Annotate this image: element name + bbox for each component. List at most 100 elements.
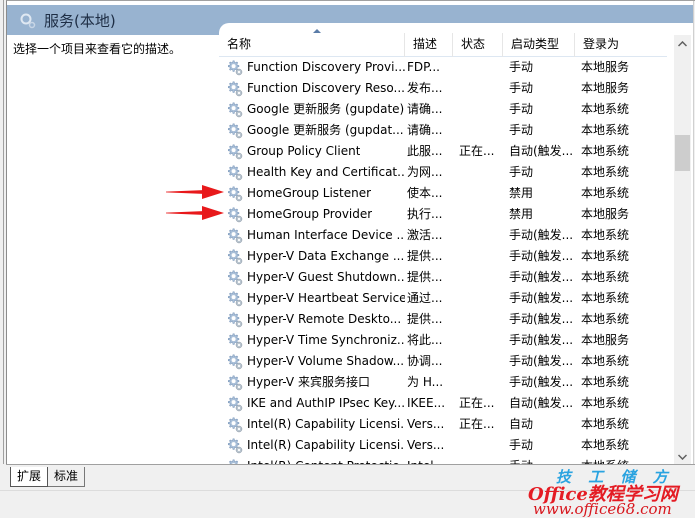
service-row[interactable]: Health Key and Certificat... 为网... 手动 本地系统 [219, 162, 667, 183]
service-description: 提供... [407, 270, 443, 284]
sort-ascending-icon [313, 29, 321, 33]
service-row[interactable]: Group Policy Client 此服... 正在... 自动(触发... 本地系… [219, 141, 667, 162]
service-logon-as: 本地系统 [581, 396, 630, 410]
vertical-scrollbar[interactable] [674, 35, 691, 465]
service-description: FDP... [407, 60, 440, 74]
service-row[interactable]: Function Discovery Reso... 发布... 手动 本地服务 [219, 78, 667, 99]
scroll-thumb[interactable] [675, 135, 690, 171]
service-row[interactable]: Function Discovery Provi... FDP... 手动 本地服务 [219, 57, 667, 78]
service-gear-icon [227, 417, 243, 433]
service-row[interactable]: Hyper-V Time Synchroniz... 将此... 手动(触发... 本… [219, 330, 667, 351]
column-logon-as[interactable]: 登录为 [575, 33, 667, 57]
service-status [453, 372, 503, 393]
header-title: 服务(本地) [44, 12, 116, 30]
service-description: 发布... [407, 81, 443, 95]
service-name-cell: HomeGroup Provider [219, 204, 405, 225]
service-status: 正在... [459, 144, 495, 158]
service-description: 为 H... [407, 375, 444, 389]
service-name-cell: Hyper-V Heartbeat Service [219, 288, 405, 309]
service-startup-type: 自动(触发... [509, 396, 574, 410]
service-logon-as: 本地系统 [581, 186, 630, 200]
left-frame-edge [0, 0, 4, 464]
column-startup-type-label: 启动类型 [511, 37, 560, 51]
column-description[interactable]: 描述 [405, 33, 453, 57]
service-name: Function Discovery Reso... [247, 81, 405, 95]
scroll-down-button[interactable] [674, 448, 691, 465]
service-description: 此服... [407, 144, 443, 158]
service-description: 协调... [407, 354, 443, 368]
services-gear-icon [20, 13, 36, 29]
service-status [453, 246, 503, 267]
service-description: 执行... [407, 207, 443, 221]
service-row[interactable]: Hyper-V 来宾服务接口 为 H... 手动(触发... 本地系统 [219, 372, 667, 393]
column-logon-as-label: 登录为 [583, 37, 620, 51]
view-tabs: 扩展 标准 [6, 464, 695, 490]
column-header: 名称 描述 状态 启动类型 登录为 [219, 29, 667, 57]
service-logon-as: 本地系统 [581, 123, 630, 137]
tab-standard[interactable]: 标准 [48, 467, 86, 487]
service-description: 为网... [407, 165, 443, 179]
service-name: Health Key and Certificat... [247, 165, 405, 179]
service-row[interactable]: Hyper-V Remote Deskto... 提供... 手动(触发... 本地系… [219, 309, 667, 330]
service-name-cell: HomeGroup Listener [219, 183, 405, 204]
service-startup-type: 手动(触发... [509, 249, 574, 263]
service-gear-icon [227, 81, 243, 97]
service-row[interactable]: Hyper-V Data Exchange ... 提供... 手动(触发... 本地… [219, 246, 667, 267]
service-startup-type: 手动(触发... [509, 333, 574, 347]
chevron-down-icon [678, 453, 687, 460]
service-logon-as: 本地系统 [581, 249, 630, 263]
service-gear-icon [227, 207, 243, 223]
service-row[interactable]: Intel(R) Capability Licensi... Vers... 手动 本… [219, 435, 667, 456]
service-row[interactable]: Intel(R) Capability Licensi... Vers... 正在.… [219, 414, 667, 435]
service-name-cell: Health Key and Certificat... [219, 162, 405, 183]
service-startup-type: 手动(触发... [509, 291, 574, 305]
column-name-label: 名称 [227, 37, 252, 51]
service-startup-type: 手动(触发... [509, 354, 574, 368]
service-status [453, 267, 503, 288]
service-startup-type: 手动(触发... [509, 228, 574, 242]
tab-extended[interactable]: 扩展 [10, 467, 49, 487]
service-gear-icon [227, 102, 243, 118]
service-logon-as: 本地系统 [581, 354, 630, 368]
service-row[interactable]: Human Interface Device ... 激活... 手动(触发... 本… [219, 225, 667, 246]
service-row[interactable]: Google 更新服务 (gupdate) 请确... 手动 本地系统 [219, 99, 667, 120]
service-row[interactable]: HomeGroup Provider 执行... 禁用 本地服务 [219, 204, 667, 225]
service-name: Hyper-V 来宾服务接口 [247, 375, 370, 389]
service-row[interactable]: Hyper-V Heartbeat Service 通过... 手动(触发... 本地… [219, 288, 667, 309]
service-row[interactable]: HomeGroup Listener 使本... 禁用 本地系统 [219, 183, 667, 204]
service-startup-type: 手动(触发... [509, 375, 574, 389]
service-description: 提供... [407, 312, 443, 326]
service-startup-type: 自动(触发... [509, 144, 574, 158]
service-description: 激活... [407, 228, 443, 242]
service-name: Intel(R) Capability Licensi... [247, 417, 405, 431]
service-name: Human Interface Device ... [247, 228, 405, 242]
service-name-cell: Google 更新服务 (gupdate) [219, 99, 405, 120]
service-row[interactable]: Hyper-V Volume Shadow... 协调... 手动(触发... 本地系… [219, 351, 667, 372]
service-name-cell: Google 更新服务 (gupdat... [219, 120, 405, 141]
service-name-cell: Intel(R) Capability Licensi... [219, 414, 405, 435]
service-name: Hyper-V Heartbeat Service [247, 291, 405, 305]
service-name-cell: IKE and AuthIP IPsec Key... [219, 393, 405, 414]
service-logon-as: 本地系统 [581, 144, 630, 158]
service-name: IKE and AuthIP IPsec Key... [247, 396, 405, 410]
service-logon-as: 本地系统 [581, 291, 630, 305]
column-status[interactable]: 状态 [453, 33, 503, 57]
column-name[interactable]: 名称 [219, 29, 405, 57]
service-name-cell: Hyper-V Time Synchroniz... [219, 330, 405, 351]
service-logon-as: 本地系统 [581, 375, 630, 389]
service-name: Function Discovery Provi... [247, 60, 405, 74]
service-status [453, 78, 503, 99]
service-gear-icon [227, 60, 243, 76]
scroll-up-button[interactable] [674, 35, 691, 52]
tab-standard-label: 标准 [54, 469, 79, 483]
service-row[interactable]: IKE and AuthIP IPsec Key... IKEE... 正在... 自… [219, 393, 667, 414]
service-row[interactable]: Google 更新服务 (gupdat... 请确... 手动 本地系统 [219, 120, 667, 141]
service-description: IKEE... [407, 396, 446, 410]
service-gear-icon [227, 186, 243, 202]
service-status: 正在... [459, 396, 495, 410]
service-row[interactable]: Hyper-V Guest Shutdown... 提供... 手动(触发... 本地… [219, 267, 667, 288]
description-pane: 选择一个项目来查看它的描述。 [7, 35, 219, 465]
service-name-cell: Human Interface Device ... [219, 225, 405, 246]
column-startup-type[interactable]: 启动类型 [503, 33, 575, 57]
service-startup-type: 手动 [509, 102, 534, 116]
